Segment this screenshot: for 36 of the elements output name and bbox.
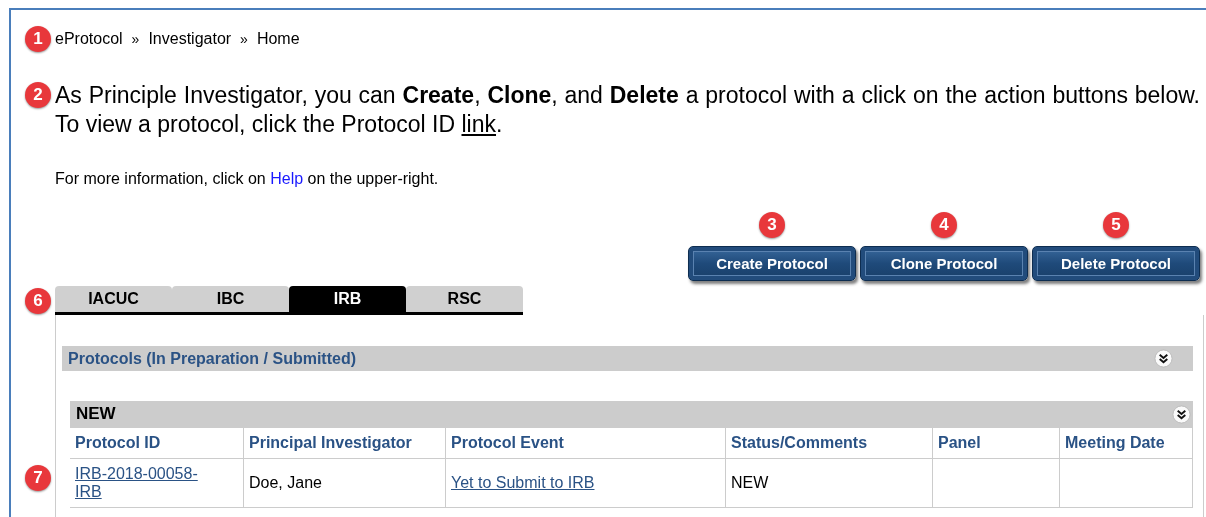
column-header: Status/Comments <box>725 427 933 459</box>
callout-number: 3 <box>759 212 785 238</box>
expand-icon[interactable] <box>1154 349 1173 368</box>
link[interactable]: link <box>461 111 496 137</box>
section-title: NEW <box>76 404 116 424</box>
table-cell: NEW <box>731 474 769 491</box>
column-header: Meeting Date <box>1059 427 1193 459</box>
breadcrumb-item[interactable]: Investigator <box>148 30 232 48</box>
action-button[interactable]: Clone Protocol <box>860 246 1028 281</box>
tab[interactable]: IRB <box>289 286 406 312</box>
callout-number: 1 <box>25 26 51 52</box>
breadcrumb-separator: » <box>131 31 140 47</box>
callout-number: 5 <box>1103 212 1129 238</box>
callout-number: 4 <box>931 212 957 238</box>
tab[interactable]: IBC <box>172 286 289 312</box>
tab[interactable]: RSC <box>406 286 523 312</box>
intro-paragraph: As Principle Investigator, you can Create, Clone, and Delete a protocol with a click on the action buttons below. To view a protocol, click the Protocol ID link. <box>55 81 1200 139</box>
help-link[interactable]: Help <box>270 170 304 187</box>
panel-title: Protocols (In Preparation / Submitted) <box>68 349 357 368</box>
table-link[interactable]: Yet to Submit to IRB <box>451 474 595 492</box>
expand-icon[interactable] <box>1172 404 1191 424</box>
column-header: Panel <box>932 427 1060 459</box>
callout-number: 7 <box>25 465 51 491</box>
column-header: Protocol Event <box>445 427 726 459</box>
help-text: For more information, click on Help on the upper-right. <box>55 170 440 188</box>
callout-number: 2 <box>25 82 51 108</box>
callout-number: 6 <box>25 287 51 314</box>
action-button[interactable]: Create Protocol <box>688 246 856 281</box>
action-button[interactable]: Delete Protocol <box>1032 246 1200 281</box>
column-header: Protocol ID <box>70 427 244 459</box>
breadcrumb-separator: » <box>240 31 248 47</box>
table-cell: Doe, Jane <box>249 474 322 491</box>
breadcrumb-item[interactable]: eProtocol <box>55 30 123 48</box>
column-header: Principal Investigator <box>243 427 446 459</box>
breadcrumb-item[interactable]: Home <box>256 30 300 48</box>
tab[interactable]: IACUC <box>55 286 172 312</box>
